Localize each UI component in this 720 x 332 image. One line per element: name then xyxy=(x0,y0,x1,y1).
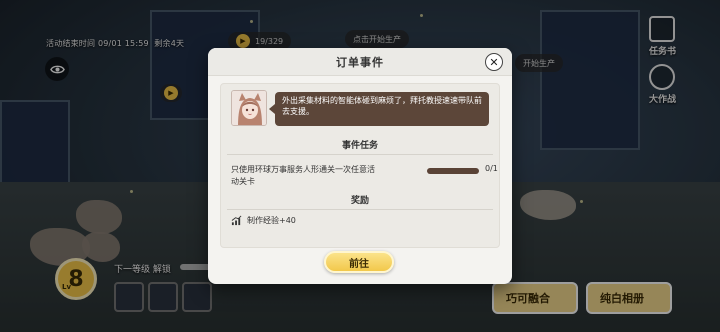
reward-text: 制作经验+40 xyxy=(247,216,296,225)
reward-item: 制作经验+40 xyxy=(231,215,296,226)
divider xyxy=(227,209,493,210)
go-button-label: 前往 xyxy=(349,258,369,270)
reward-section-title: 奖励 xyxy=(350,196,369,206)
order-event-dialog: 订单事件 ✕ 外出采集材料的智能体碰到麻烦了，拜托教授速速带队前去支援。 事件任… xyxy=(208,48,512,284)
rising-chart-icon xyxy=(231,215,242,226)
dialog-header: 订单事件 ✕ xyxy=(208,48,512,76)
go-button[interactable]: 前往 xyxy=(324,251,394,273)
task-section-title: 事件任务 xyxy=(341,141,378,151)
dialog-title: 订单事件 xyxy=(336,55,384,69)
dialog-content: 外出采集材料的智能体碰到麻烦了，拜托教授速速带队前去支援。 事件任务 只使用环球… xyxy=(220,83,500,248)
character-avatar-icon xyxy=(232,91,266,125)
divider xyxy=(227,154,493,155)
close-icon: ✕ xyxy=(489,55,499,69)
task-progress-bar xyxy=(427,168,479,174)
speech-bubble: 外出采集材料的智能体碰到麻烦了，拜托教授速速带队前去支援。 xyxy=(269,92,489,126)
close-button[interactable]: ✕ xyxy=(485,53,503,71)
task-description: 只使用环球万事服务人形通关一次任意活动关卡 xyxy=(231,165,375,186)
character-portrait xyxy=(231,90,267,126)
task-progress-count: 0/1 xyxy=(485,164,498,173)
